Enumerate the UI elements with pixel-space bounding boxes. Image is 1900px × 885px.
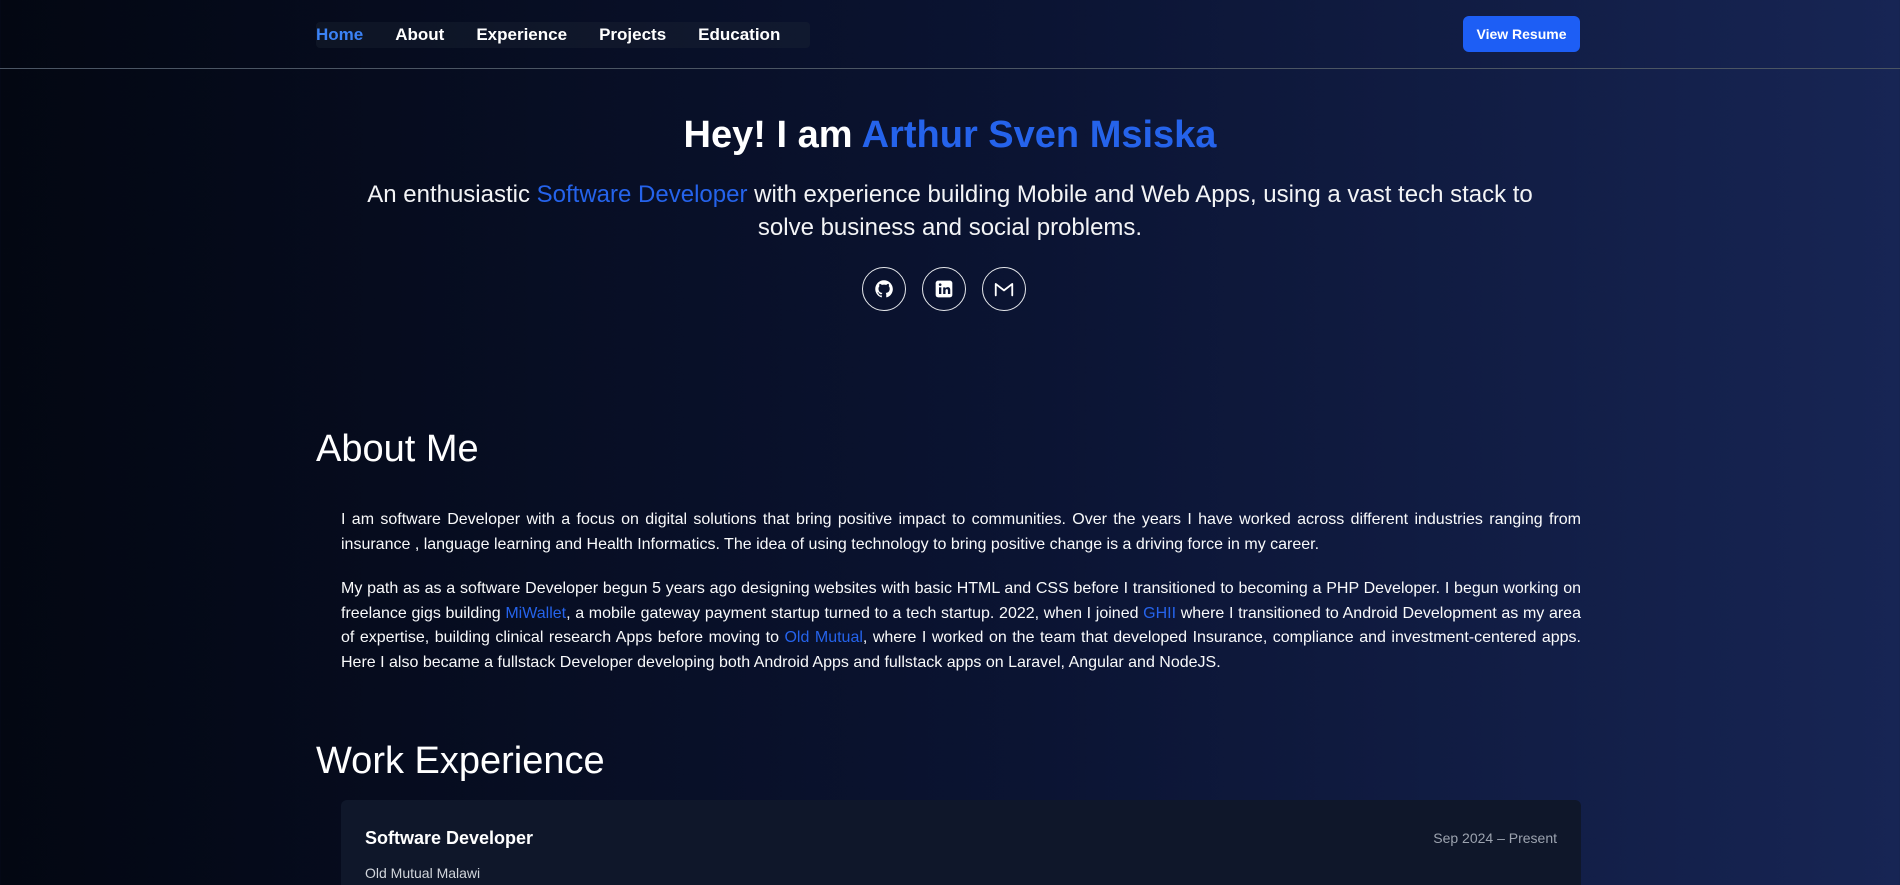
hero-subtitle-role: Software Developer [536, 181, 748, 208]
experience-card: Software Developer Sep 2024 – Present Ol… [341, 800, 1581, 885]
about-paragraph-2: My path as as a software Developer begun… [341, 577, 1581, 675]
miwallet-link[interactable]: MiWallet [505, 605, 566, 622]
nav-item-home[interactable]: Home [316, 25, 363, 45]
nav-item-about[interactable]: About [395, 25, 444, 45]
main-nav: Home About Experience Projects Education [316, 22, 811, 48]
about-title: About Me [316, 428, 479, 470]
github-icon [875, 280, 893, 298]
hero-title: Hey! I am Arthur Sven Msiska [0, 112, 1900, 158]
nav-item-projects[interactable]: Projects [599, 25, 666, 45]
github-link[interactable] [862, 267, 906, 311]
job-dates: Sep 2024 – Present [1433, 830, 1557, 846]
social-links [862, 267, 1026, 311]
top-navbar: Home About Experience Projects Education… [0, 0, 1900, 69]
ghii-link[interactable]: GHII [1143, 605, 1176, 622]
old-mutual-link[interactable]: Old Mutual [784, 629, 862, 646]
view-resume-button[interactable]: View Resume [1463, 16, 1580, 52]
gmail-icon [994, 283, 1014, 297]
hero-subtitle-suffix: with experience building Mobile and Web … [747, 181, 1533, 241]
about-p2-text-b: , a mobile gateway payment startup turne… [566, 604, 1144, 622]
linkedin-icon [935, 280, 953, 298]
job-company: Old Mutual Malawi [365, 865, 481, 881]
job-title: Software Developer [365, 828, 534, 848]
linkedin-link[interactable] [922, 267, 966, 311]
hero-name: Arthur Sven Msiska [861, 114, 1217, 156]
nav-item-experience[interactable]: Experience [476, 25, 567, 45]
about-paragraph-1: I am software Developer with a focus on … [341, 511, 1581, 553]
hero-greeting: Hey! I am [683, 114, 862, 156]
hero-subtitle: An enthusiastic Software Developer with … [360, 178, 1540, 244]
hero-subtitle-prefix: An enthusiastic [367, 181, 537, 208]
work-experience-title: Work Experience [316, 740, 605, 782]
gmail-link[interactable] [982, 267, 1026, 311]
nav-item-education[interactable]: Education [698, 25, 780, 45]
